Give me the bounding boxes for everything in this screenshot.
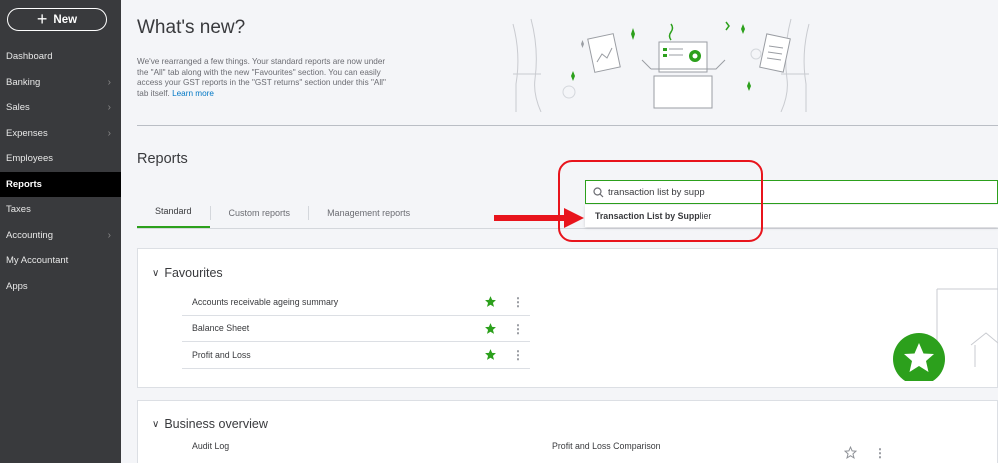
whats-new-title: What's new?: [137, 17, 246, 38]
sidebar-item-dashboard[interactable]: Dashboard: [0, 44, 121, 70]
list-item: Balance Sheet ⋮: [182, 316, 530, 342]
favourites-illustration: [893, 288, 998, 381]
star-outline-icon[interactable]: [844, 446, 857, 459]
sidebar-item-banking[interactable]: Banking ›: [0, 70, 121, 96]
sidebar-item-expenses[interactable]: Expenses ›: [0, 121, 121, 147]
business-overview-card: ∨ Business overview Audit Log Profit and…: [137, 400, 998, 463]
reports-title: Reports: [137, 151, 188, 167]
sidebar-item-employees[interactable]: Employees: [0, 146, 121, 172]
favourites-title: Favourites: [164, 266, 223, 280]
more-options-icon[interactable]: ⋮: [512, 347, 524, 363]
report-link-audit-log[interactable]: Audit Log: [192, 441, 229, 451]
sidebar-item-label: Reports: [6, 178, 42, 190]
business-overview-header[interactable]: ∨ Business overview: [152, 417, 268, 431]
more-options-icon[interactable]: ⋮: [512, 321, 524, 337]
new-button-label: New: [53, 13, 78, 26]
list-item: Profit and Loss ⋮: [182, 342, 530, 369]
sidebar-item-accounting[interactable]: Accounting ›: [0, 223, 121, 249]
sidebar-item-my-accountant[interactable]: My Accountant: [0, 248, 121, 274]
star-filled-icon[interactable]: [484, 295, 497, 308]
sidebar-item-label: Dashboard: [6, 51, 53, 63]
learn-more-link[interactable]: Learn more: [172, 89, 214, 98]
report-link[interactable]: Profit and Loss: [192, 350, 251, 360]
sidebar-item-label: Taxes: [6, 204, 31, 216]
sidebar-item-sales[interactable]: Sales ›: [0, 95, 121, 121]
whats-new-description: We've rearranged a few things. Your stan…: [137, 57, 395, 99]
main-content: What's new? We've rearranged a few thing…: [121, 0, 998, 463]
left-sidebar: + New Dashboard Banking › Sales › Expenses…: [0, 0, 121, 463]
annotation-arrow-icon: [494, 208, 584, 228]
sidebar-item-label: Accounting: [6, 229, 54, 241]
chevron-down-icon: ∨: [152, 267, 160, 279]
chevron-right-icon: ›: [107, 76, 111, 88]
sidebar-item-label: Apps: [6, 280, 28, 292]
sidebar-item-label: Banking: [6, 76, 41, 88]
business-overview-title: Business overview: [164, 417, 268, 431]
sidebar-item-reports[interactable]: Reports: [0, 171, 121, 197]
list-item: Accounts receivable ageing summary ⋮: [182, 289, 530, 316]
star-filled-icon[interactable]: [484, 322, 497, 335]
plus-icon: +: [36, 8, 48, 29]
sidebar-nav: Dashboard Banking › Sales › Expenses › Empl…: [0, 44, 121, 299]
report-link[interactable]: Accounts receivable ageing summary: [192, 297, 338, 307]
report-link-profit-loss-comparison[interactable]: Profit and Loss Comparison: [552, 441, 661, 451]
sidebar-item-taxes[interactable]: Taxes: [0, 197, 121, 223]
section-divider: [137, 125, 998, 126]
tab-management-reports[interactable]: Management reports: [309, 196, 428, 229]
favourites-card: ∨ Favourites Accounts receivable ageing …: [137, 248, 998, 388]
report-tabs: Standard Custom reports Management repor…: [137, 196, 428, 229]
chevron-down-icon: ∨: [152, 418, 160, 430]
sidebar-item-apps[interactable]: Apps: [0, 274, 121, 300]
chevron-right-icon: ›: [107, 127, 111, 139]
new-button[interactable]: + New: [7, 8, 107, 31]
report-link[interactable]: Balance Sheet: [192, 323, 249, 333]
tab-custom-reports[interactable]: Custom reports: [211, 196, 309, 229]
chevron-right-icon: ›: [107, 102, 111, 114]
sidebar-item-label: Employees: [6, 153, 53, 165]
sidebar-item-label: Sales: [6, 102, 30, 114]
more-options-icon[interactable]: ⋮: [512, 294, 524, 310]
sidebar-item-label: My Accountant: [6, 255, 69, 267]
whats-new-illustration: [512, 18, 810, 112]
tab-standard[interactable]: Standard: [137, 196, 210, 229]
chevron-right-icon: ›: [107, 229, 111, 241]
annotation-highlight-box: [558, 160, 763, 242]
sidebar-item-label: Expenses: [6, 127, 48, 139]
favourites-header[interactable]: ∨ Favourites: [152, 266, 223, 280]
star-filled-icon[interactable]: [484, 348, 497, 361]
more-options-icon[interactable]: ⋮: [874, 445, 886, 461]
